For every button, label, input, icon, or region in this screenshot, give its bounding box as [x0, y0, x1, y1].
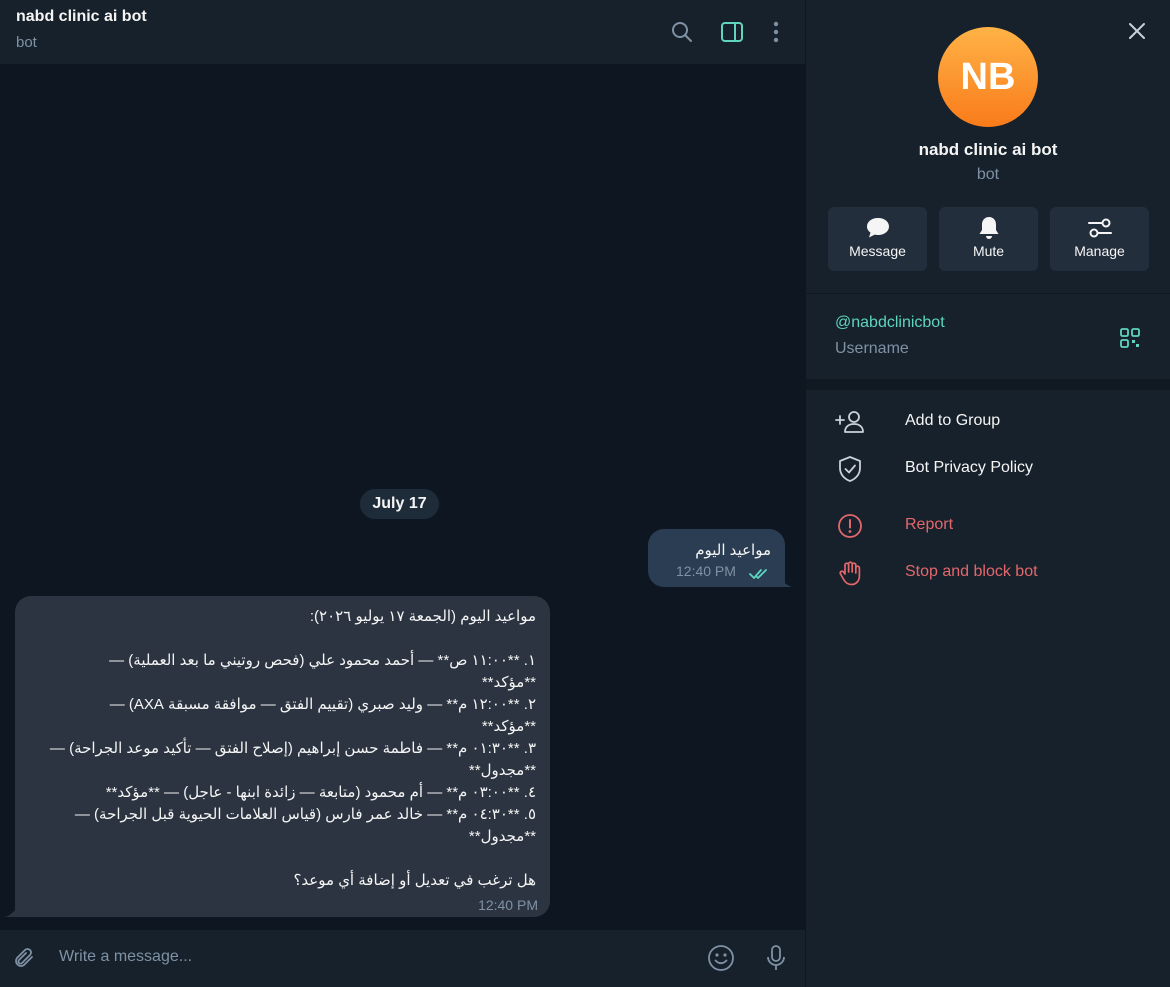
incoming-message-text: مواعيد اليوم (الجمعة ١٧ يوليو ٢٠٢٦): ١. …: [31, 606, 536, 892]
hand-stop-icon: [835, 560, 865, 586]
message-time: 12:40 PM: [676, 563, 736, 579]
more-options-icon[interactable]: [762, 18, 790, 46]
message-line: ٤. **٠٣:٠٠ م** — أم محمود (متابعة — زائد…: [105, 784, 536, 801]
message-button-label: Message: [849, 243, 906, 259]
message-composer: Write a message...: [0, 930, 805, 987]
message-line: ١. **١١:٠٠ ص** — أحمد محمود علي (فحص روت…: [109, 652, 536, 669]
bubble-tail: [778, 575, 792, 587]
qr-code-icon[interactable]: [1119, 327, 1141, 349]
avatar[interactable]: NB: [938, 27, 1038, 127]
double-check-icon: [749, 567, 771, 585]
chat-header: nabd clinic ai bot bot: [0, 0, 805, 64]
add-to-group-label: Add to Group: [905, 412, 1001, 429]
search-icon[interactable]: [668, 18, 696, 46]
message-line: [31, 848, 536, 870]
bubble-tail: [5, 905, 19, 917]
message-line: مواعيد اليوم (الجمعة ١٧ يوليو ٢٠٢٦):: [309, 608, 536, 625]
shield-check-icon: [835, 456, 865, 482]
message-line: **مؤكد**: [481, 674, 536, 691]
emoji-icon[interactable]: [705, 942, 737, 974]
message-line: **مجدول**: [468, 828, 536, 845]
message-line: ٥. **٠٤:٣٠ م** — خالد عمر فارس (قياس الع…: [74, 806, 536, 823]
mute-button[interactable]: Mute: [939, 207, 1038, 271]
manage-button-label: Manage: [1074, 243, 1125, 259]
message-line: **مؤكد**: [481, 718, 536, 735]
chat-title[interactable]: nabd clinic ai bot: [16, 8, 147, 26]
outgoing-message[interactable]: مواعيد اليوم 12:40 PM: [648, 529, 785, 587]
divider: [806, 293, 1170, 294]
date-separator: July 17: [360, 489, 439, 519]
message-line: ٢. **١٢:٠٠ م** — وليد صبري (تقييم الفتق …: [109, 696, 536, 713]
alert-circle-icon: [835, 513, 865, 539]
close-icon[interactable]: [1124, 18, 1150, 44]
message-button[interactable]: Message: [828, 207, 927, 271]
manage-button[interactable]: Manage: [1050, 207, 1149, 271]
sidebar-toggle-icon[interactable]: [718, 18, 746, 46]
profile-subtitle: bot: [976, 166, 1000, 183]
message-time: 12:40 PM: [478, 897, 538, 913]
sliders-icon: [1087, 217, 1112, 239]
outgoing-message-text: مواعيد اليوم: [695, 542, 771, 559]
profile-panel: NB nabd clinic ai bot bot Message Mute M…: [806, 0, 1170, 987]
username-label: Username: [835, 340, 909, 357]
chat-bubble-icon: [866, 217, 890, 239]
chat-subtitle: bot: [16, 34, 37, 51]
add-user-icon: [835, 409, 865, 435]
message-line: [31, 628, 536, 650]
report-label: Report: [905, 516, 954, 533]
message-input[interactable]: Write a message...: [59, 948, 192, 966]
chat-area: nabd clinic ai bot bot July 17 مواعيد ال…: [0, 0, 805, 987]
stop-and-block-item[interactable]: Stop and block bot: [806, 551, 1170, 595]
message-line: هل ترغب في تعديل أو إضافة أي موعد؟: [293, 872, 536, 889]
bot-privacy-policy-item[interactable]: Bot Privacy Policy: [806, 447, 1170, 491]
microphone-icon[interactable]: [760, 942, 792, 974]
message-line: ٣. **٠١:٣٠ م** — فاطمة حسن إبراهيم (إصلا…: [49, 740, 536, 757]
incoming-message[interactable]: مواعيد اليوم (الجمعة ١٧ يوليو ٢٠٢٦): ١. …: [15, 596, 550, 917]
message-line: **مجدول**: [468, 762, 536, 779]
section-divider: [806, 379, 1170, 390]
profile-name: nabd clinic ai bot: [918, 140, 1058, 159]
bot-privacy-policy-label: Bot Privacy Policy: [905, 459, 1034, 476]
mute-button-label: Mute: [972, 243, 1005, 259]
username-link[interactable]: @nabdclinicbot: [835, 314, 945, 332]
report-item[interactable]: Report: [806, 504, 1170, 548]
bell-icon: [978, 217, 1000, 239]
stop-and-block-label: Stop and block bot: [905, 563, 1038, 580]
paperclip-icon[interactable]: [8, 942, 40, 974]
add-to-group-item[interactable]: Add to Group: [806, 400, 1170, 444]
